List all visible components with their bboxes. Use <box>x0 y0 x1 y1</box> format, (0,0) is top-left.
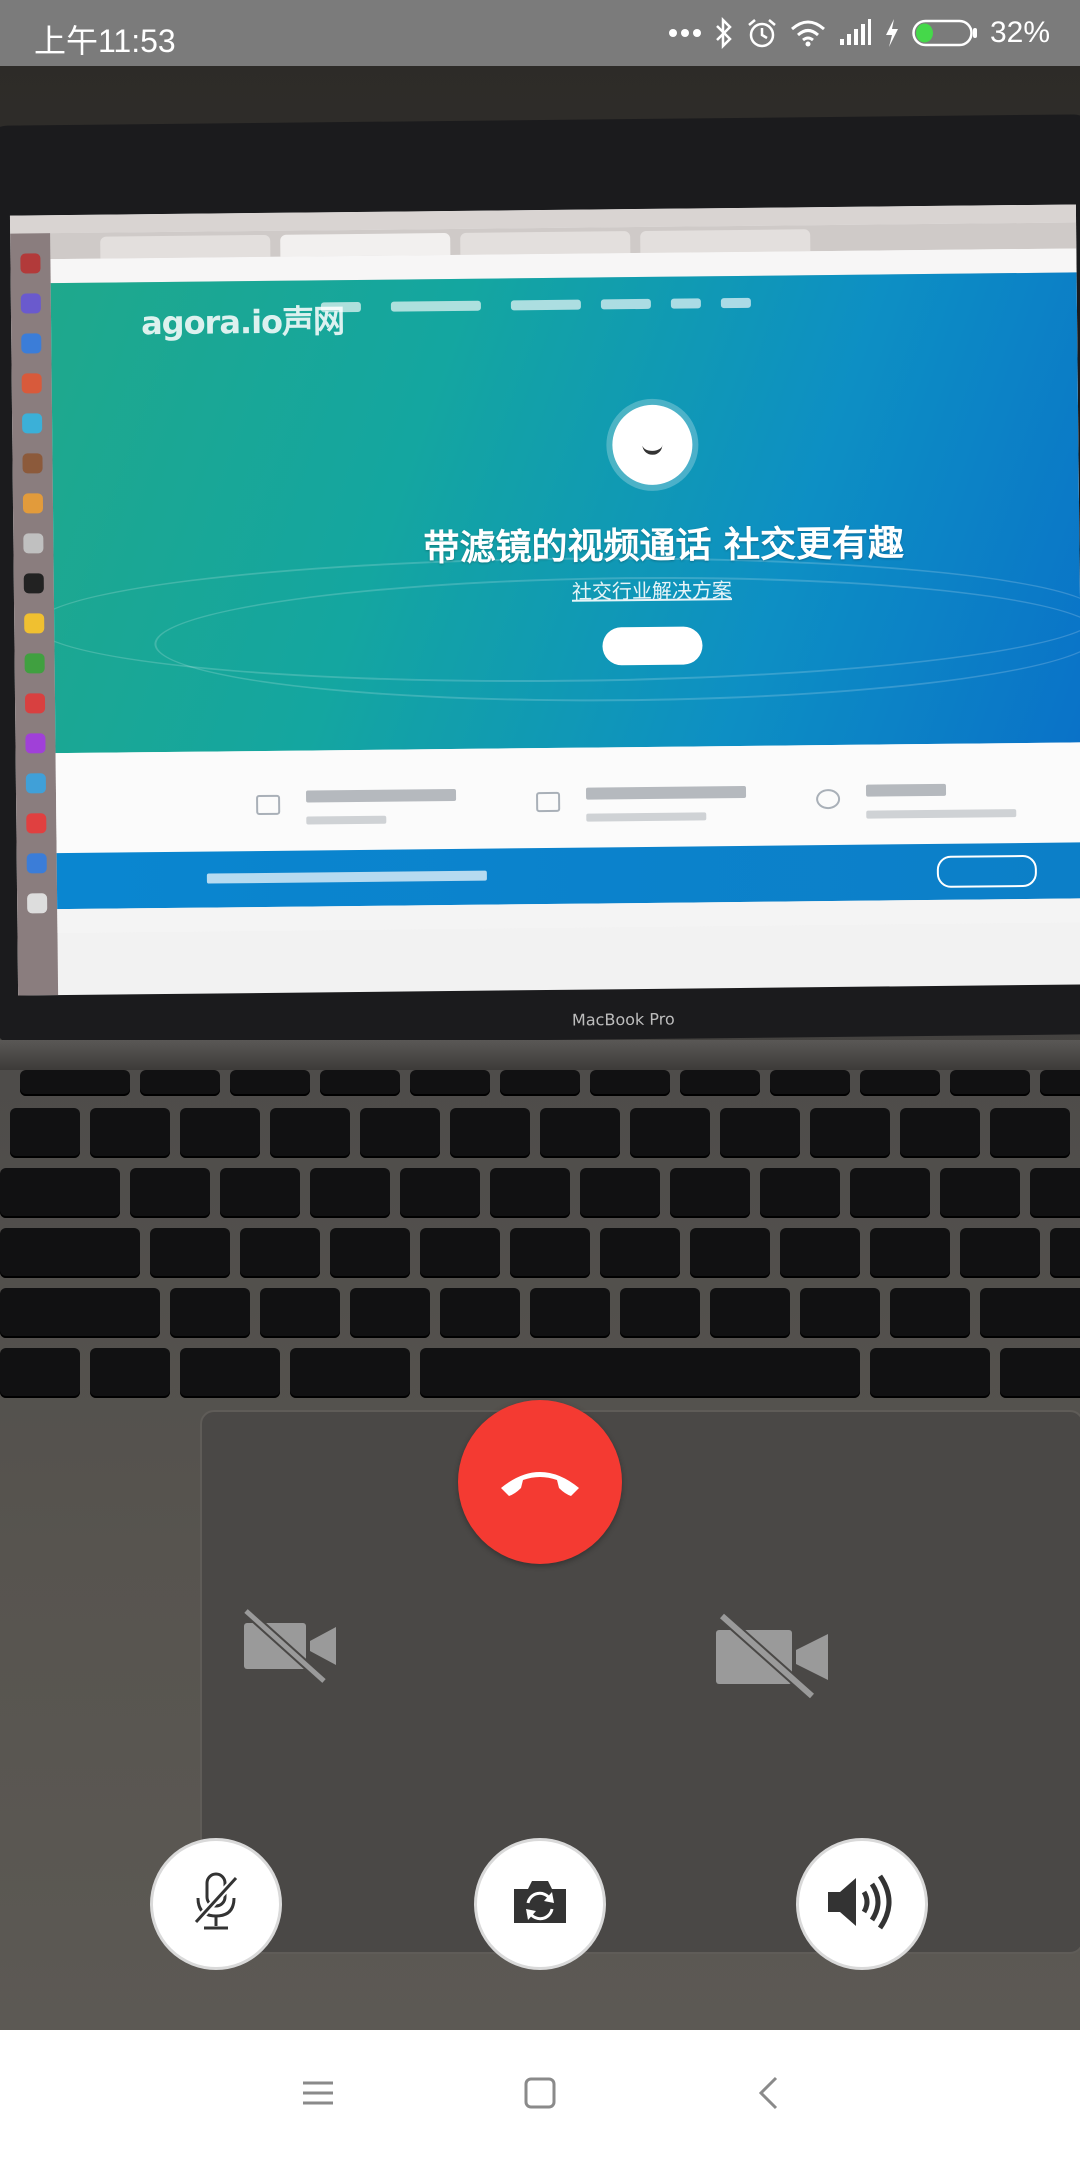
website-feature-strip <box>55 742 1080 854</box>
camera-switch-icon <box>510 1877 570 1931</box>
remote-camera-off-icon <box>240 1605 340 1685</box>
local-camera-off-icon <box>712 1610 832 1700</box>
website-hero: agora.io声网 带滤镜的视频通话 社交更有趣 社交行业解决方案 <box>50 272 1080 754</box>
signal-icon <box>838 16 872 50</box>
mascot-icon <box>611 404 693 486</box>
website-hero-subtitle: 社交行业解决方案 <box>571 578 733 604</box>
status-time: 上午11:53 <box>34 23 176 59</box>
laptop-hinge <box>0 1040 1080 1070</box>
speaker-button[interactable] <box>796 1838 928 1970</box>
end-call-button[interactable] <box>458 1400 622 1564</box>
home-icon <box>523 2076 557 2114</box>
switch-camera-button[interactable] <box>474 1838 606 1970</box>
mute-button[interactable] <box>150 1838 282 1970</box>
back-icon <box>756 2075 780 2115</box>
navigation-bar <box>0 2030 1080 2160</box>
more-dots-icon <box>668 16 702 50</box>
charging-icon <box>884 16 900 50</box>
battery-percent: 32% <box>989 16 1050 49</box>
status-bar: 上午11:53 32% <box>0 0 1080 66</box>
nav-home-button[interactable] <box>510 2065 570 2125</box>
laptop-label: MacBook Pro <box>571 1009 675 1030</box>
menu-icon <box>301 2079 335 2111</box>
bluetooth-icon <box>714 16 734 50</box>
website-hero-button <box>602 626 703 666</box>
speaker-icon <box>824 1870 900 1938</box>
nav-back-button[interactable] <box>738 2065 798 2125</box>
website-hero-title: 带滤镜的视频通话 社交更有趣 <box>423 523 905 570</box>
microphone-muted-icon <box>188 1870 244 1938</box>
website-logo: agora.io声网 <box>140 302 345 343</box>
status-icons: 32% <box>668 12 1050 54</box>
alarm-icon <box>746 16 778 50</box>
wifi-icon <box>790 16 826 50</box>
end-call-icon <box>495 1460 585 1504</box>
laptop-screen: agora.io声网 带滤镜的视频通话 社交更有趣 社交行业解决方案 <box>9 204 1080 996</box>
remote-video-feed: agora.io声网 带滤镜的视频通话 社交更有趣 社交行业解决方案 MacBo… <box>0 0 1080 2030</box>
battery-icon <box>912 16 978 50</box>
nav-menu-button[interactable] <box>288 2065 348 2125</box>
